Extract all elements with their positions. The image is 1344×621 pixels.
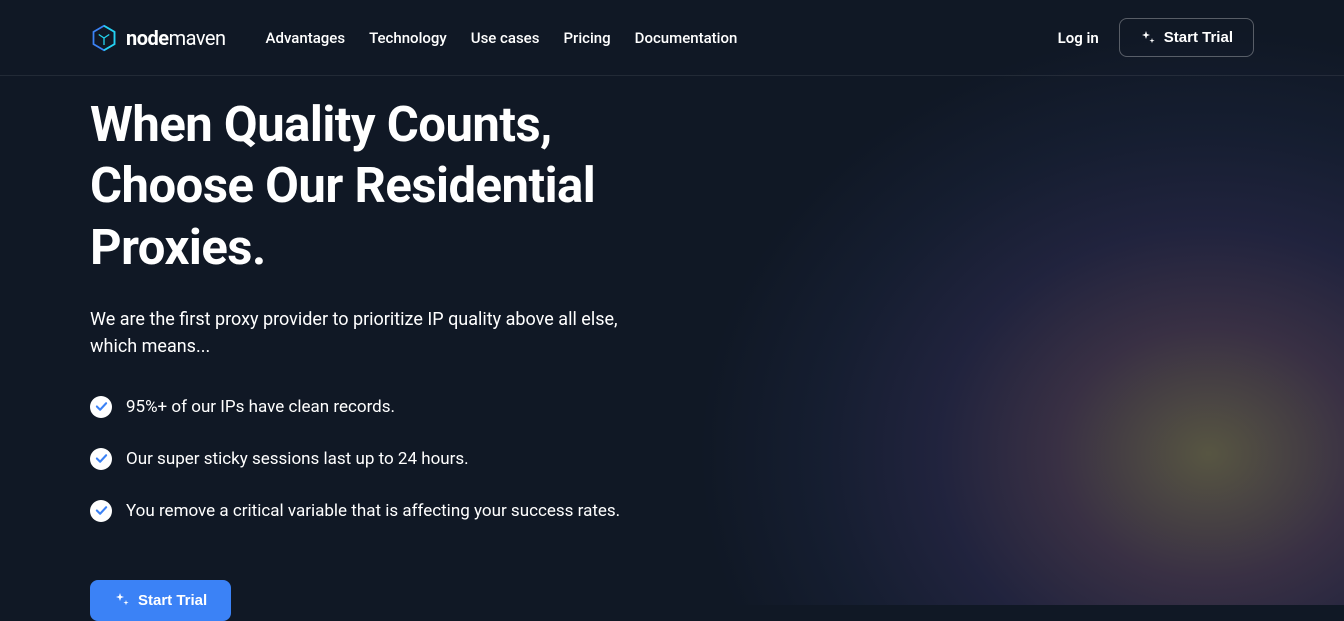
header: nodemaven Advantages Technology Use case…: [0, 0, 1344, 76]
check-badge: [90, 396, 112, 418]
login-link[interactable]: Log in: [1058, 29, 1099, 47]
nav-advantages[interactable]: Advantages: [266, 29, 346, 47]
sparkle-icon: [1140, 30, 1156, 46]
check-icon: [95, 400, 108, 413]
check-icon: [95, 504, 108, 517]
logo-text: nodemaven: [126, 26, 226, 50]
start-trial-button-hero[interactable]: Start Trial: [90, 580, 231, 621]
nav-use-cases[interactable]: Use cases: [471, 29, 540, 47]
feature-item: You remove a critical variable that is a…: [90, 500, 710, 522]
feature-text: You remove a critical variable that is a…: [126, 501, 620, 521]
hero-subtitle: We are the first proxy provider to prior…: [90, 306, 630, 360]
logo-icon: [90, 24, 118, 52]
hero-title: When Quality Counts, Choose Our Resident…: [90, 94, 710, 278]
check-badge: [90, 500, 112, 522]
feature-text: Our super sticky sessions last up to 24 …: [126, 449, 469, 469]
feature-item: 95%+ of our IPs have clean records.: [90, 396, 710, 418]
start-trial-button-header[interactable]: Start Trial: [1119, 18, 1254, 57]
hero-section: When Quality Counts, Choose Our Resident…: [0, 76, 800, 621]
header-left: nodemaven Advantages Technology Use case…: [90, 24, 737, 52]
features-list: 95%+ of our IPs have clean records. Our …: [90, 396, 710, 522]
nav-technology[interactable]: Technology: [369, 29, 447, 47]
check-icon: [95, 452, 108, 465]
feature-item: Our super sticky sessions last up to 24 …: [90, 448, 710, 470]
trial-button-label: Start Trial: [1164, 29, 1233, 46]
sparkle-icon: [114, 592, 130, 608]
feature-text: 95%+ of our IPs have clean records.: [126, 397, 395, 417]
nav-pricing[interactable]: Pricing: [563, 29, 610, 47]
trial-button-label: Start Trial: [138, 592, 207, 609]
header-right: Log in Start Trial: [1058, 18, 1254, 57]
nav-documentation[interactable]: Documentation: [635, 29, 738, 47]
logo[interactable]: nodemaven: [90, 24, 226, 52]
nav: Advantages Technology Use cases Pricing …: [266, 29, 738, 47]
check-badge: [90, 448, 112, 470]
